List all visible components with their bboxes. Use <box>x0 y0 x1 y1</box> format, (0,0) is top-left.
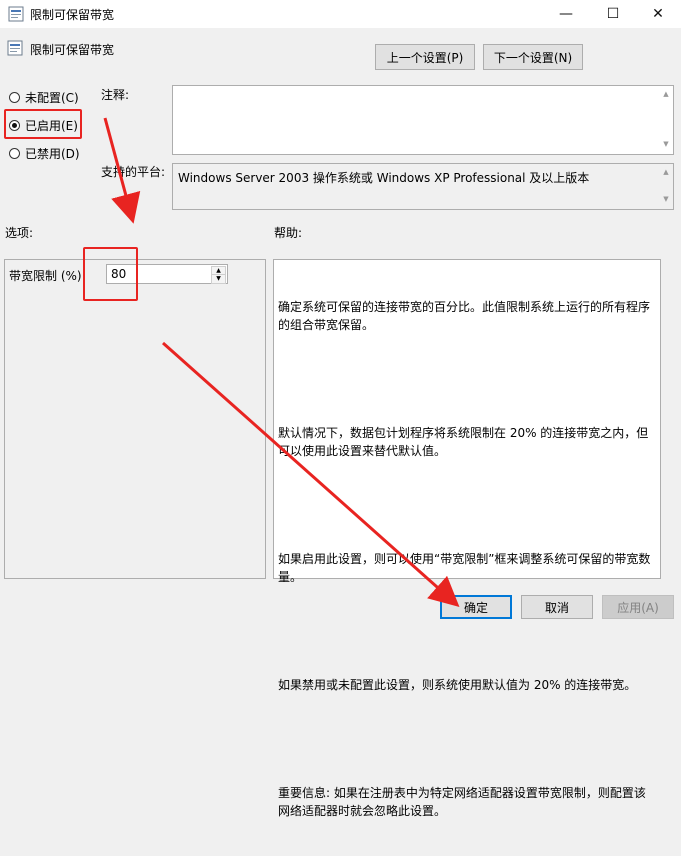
platform-scroll-down-icon[interactable]: ▼ <box>661 195 671 203</box>
platform-textbox: Windows Server 2003 操作系统或 Windows XP Pro… <box>172 163 674 210</box>
help-paragraph: 默认情况下，数据包计划程序将系统限制在 20% 的连接带宽之内，但可以使用此设置… <box>278 426 649 458</box>
comment-label: 注释: <box>101 88 130 102</box>
policy-title: 限制可保留带宽 <box>30 43 115 57</box>
prev-setting-button[interactable]: 上一个设置(P) <box>375 44 475 70</box>
maximize-button[interactable]: ☐ <box>590 0 636 28</box>
setting-icon <box>7 40 23 56</box>
radio-not-configured-circle[interactable] <box>9 91 20 103</box>
platform-text: Windows Server 2003 操作系统或 Windows XP Pro… <box>178 171 590 185</box>
next-setting-button[interactable]: 下一个设置(N) <box>483 44 583 70</box>
radio-disabled-circle[interactable] <box>9 147 20 159</box>
spinner-down-icon[interactable]: ▼ <box>211 274 226 284</box>
options-label: 选项: <box>5 226 34 240</box>
comment-textbox[interactable]: ▲ ▼ <box>172 85 674 155</box>
help-pane: 确定系统可保留的连接带宽的百分比。此值限制系统上运行的所有程序的组合带宽保留。 … <box>273 259 661 818</box>
radio-disabled-label: 已禁用(D) <box>25 146 80 161</box>
close-button[interactable]: ✕ <box>635 0 681 28</box>
value-highlight-box <box>83 247 138 301</box>
scroll-up-arrow-icon[interactable]: ▲ <box>661 90 671 98</box>
window-title: 限制可保留带宽 <box>30 8 115 22</box>
help-paragraph: 重要信息: 如果在注册表中为特定网络适配器设置带宽限制，则配置该网络适配器时就会… <box>278 786 646 818</box>
ok-button[interactable]: 确定 <box>440 595 512 619</box>
title-bar: 限制可保留带宽 — ☐ ✕ <box>0 0 681 28</box>
apply-button[interactable]: 应用(A) <box>602 595 674 619</box>
enabled-highlight-box <box>4 109 82 139</box>
help-paragraph: 确定系统可保留的连接带宽的百分比。此值限制系统上运行的所有程序的组合带宽保留。 <box>278 300 651 332</box>
platform-label: 支持的平台: <box>101 165 166 179</box>
minimize-button[interactable]: — <box>543 0 589 28</box>
scroll-down-arrow-icon[interactable]: ▼ <box>661 140 671 148</box>
cancel-button[interactable]: 取消 <box>521 595 593 619</box>
bandwidth-limit-label: 带宽限制 (%): <box>9 269 86 283</box>
policy-icon <box>8 6 24 22</box>
help-content: 确定系统可保留的连接带宽的百分比。此值限制系统上运行的所有程序的组合带宽保留。 … <box>278 262 656 856</box>
help-paragraph: 如果禁用或未配置此设置，则系统使用默认值为 20% 的连接带宽。 <box>278 678 637 692</box>
radio-disabled[interactable]: 已禁用(D) <box>9 145 80 161</box>
platform-scroll-up-icon[interactable]: ▲ <box>661 168 671 176</box>
radio-not-configured-label: 未配置(C) <box>25 90 79 105</box>
options-pane: 带宽限制 (%): 80 ▲ ▼ <box>4 259 266 579</box>
help-paragraph: 如果启用此设置，则可以使用“带宽限制”框来调整系统可保留的带宽数量。 <box>278 552 651 584</box>
help-label: 帮助: <box>274 226 303 240</box>
radio-not-configured[interactable]: 未配置(C) <box>9 89 79 105</box>
